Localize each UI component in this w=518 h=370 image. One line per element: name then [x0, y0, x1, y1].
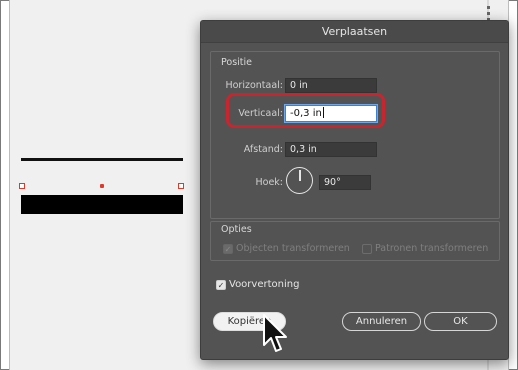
preview-label: Voorvertoning — [229, 279, 300, 290]
transform-patterns-checkbox[interactable] — [362, 244, 372, 254]
checkmark-icon: ✓ — [217, 281, 225, 290]
transform-objects-label: Objecten transformeren — [236, 243, 350, 254]
distance-label: Afstand: — [243, 144, 283, 155]
checkmark-icon: ✓ — [224, 245, 232, 254]
preview-checkbox[interactable]: ✓ — [216, 280, 226, 290]
options-group — [210, 221, 500, 261]
dialog-title: Verplaatsen — [321, 25, 388, 38]
position-group — [210, 51, 500, 219]
arrow-cursor-icon — [262, 314, 288, 358]
cancel-button[interactable]: Annuleren — [342, 312, 421, 331]
angle-dial-hand — [299, 170, 301, 181]
dialog-titlebar[interactable]: Verplaatsen — [201, 21, 508, 43]
position-heading: Positie — [221, 57, 253, 68]
selection-anchor-right[interactable] — [178, 183, 184, 189]
transform-objects-checkbox[interactable]: ✓ — [223, 244, 233, 254]
artwork-bar[interactable] — [21, 195, 183, 214]
move-dialog: Verplaatsen Positie Horizontaal: 0 in Ve… — [200, 20, 509, 360]
artwork-line[interactable] — [21, 158, 183, 161]
angle-dial-icon[interactable] — [286, 167, 313, 194]
transform-patterns-label: Patronen transformeren — [375, 243, 489, 254]
angle-label: Hoek: — [255, 177, 283, 188]
horizontal-field[interactable]: 0 in — [285, 78, 377, 93]
distance-field[interactable]: 0,3 in — [285, 142, 377, 157]
options-heading: Opties — [221, 224, 252, 235]
selection-center-point[interactable] — [100, 184, 104, 188]
angle-field[interactable]: 90° — [319, 175, 371, 190]
horizontal-label: Horizontaal: — [225, 80, 283, 91]
highlight-annotation — [226, 93, 385, 128]
selection-anchor-left[interactable] — [19, 183, 25, 189]
ok-button[interactable]: OK — [424, 312, 497, 331]
